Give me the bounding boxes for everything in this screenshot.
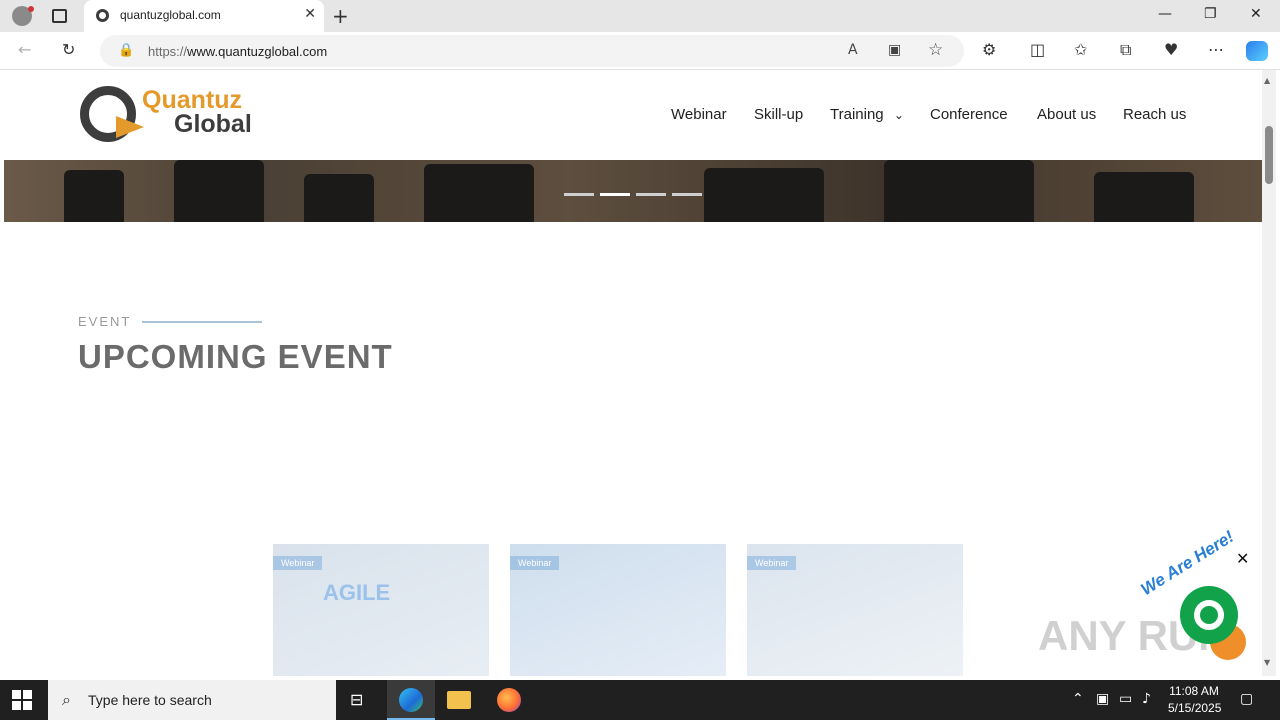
slider-dot-1[interactable] [564,193,594,196]
browser-tab[interactable]: quantuzglobal.com ✕ [84,0,324,32]
volume-icon[interactable]: ♪ [1142,691,1151,707]
collections-icon[interactable]: ⧉ [1120,40,1131,60]
minimize-button[interactable]: — [1158,6,1172,22]
page-viewport: Quantuz Global Webinar Skill-up Training… [4,70,1262,676]
slider-dot-3[interactable] [636,193,666,196]
event-card-2[interactable]: Webinar [510,544,726,676]
slider-dot-2[interactable] [600,193,630,196]
browser-toolbar: ← ↻ 🔒 https://www.quantuzglobal.com A ▣ … [0,32,1280,70]
event-badge: Webinar [747,556,797,570]
tray-app-icon[interactable]: ▣ [1096,691,1109,707]
firefox-icon[interactable] [497,688,521,712]
scroll-thumb[interactable] [1265,126,1273,184]
site-header: Quantuz Global Webinar Skill-up Training… [4,70,1262,160]
back-icon[interactable]: ← [18,40,31,59]
network-icon[interactable]: ▭ [1119,691,1132,707]
browser-essentials-icon[interactable]: ♥ [1164,40,1178,59]
hero-silhouette [1094,172,1194,222]
event-badge: Webinar [273,556,323,570]
chat-bubble-icon [1194,600,1224,630]
chevron-down-icon: ⌄ [893,108,904,122]
file-explorer-icon[interactable] [447,691,471,709]
hero-slider[interactable] [4,160,1262,222]
event-card-1[interactable]: Webinar AGILE [273,544,489,676]
event-badge: Webinar [510,556,560,570]
read-aloud-icon[interactable]: A [848,42,858,58]
favorites-icon[interactable]: ✩ [1074,40,1087,59]
windows-start-button[interactable] [12,690,32,710]
section-divider [142,321,262,323]
refresh-icon[interactable]: ↻ [62,40,75,59]
hero-silhouette [64,170,124,222]
slider-dot-4[interactable] [672,193,702,196]
favicon-icon [96,9,109,22]
search-icon: ⌕ [62,690,71,709]
edge-browser-icon[interactable] [399,688,423,712]
more-icon[interactable]: ⋯ [1208,40,1224,59]
nav-training[interactable]: Training ⌄ [830,106,904,123]
clock-time: 11:08 AM [1169,684,1219,698]
page-scrollbar[interactable]: ▲ ▼ [1262,70,1276,676]
section-label: EVENT [78,314,132,329]
taskbar: ⌕ Type here to search ⊟ ⌃ ▣ ▭ ♪ 11:08 AM… [0,680,1280,720]
task-view-icon[interactable]: ⊟ [350,690,363,709]
scroll-up-icon[interactable]: ▲ [1264,76,1270,85]
hero-silhouette [884,160,1034,222]
nav-webinar[interactable]: Webinar [671,106,727,123]
copilot-icon[interactable] [1246,41,1268,61]
system-clock[interactable]: 11:08 AM 5/15/2025 [1168,683,1222,717]
hero-silhouette [304,174,374,222]
taskbar-search-box[interactable]: ⌕ Type here to search [48,680,336,720]
tab-actions-icon[interactable] [52,9,67,23]
nav-conference[interactable]: Conference [930,106,1008,123]
nav-skill-up[interactable]: Skill-up [754,106,803,123]
new-tab-button[interactable]: + [332,4,349,28]
notification-dot [28,6,34,12]
section-title: UPCOMING EVENT [78,338,393,375]
lock-icon[interactable]: 🔒 [118,43,134,58]
chat-launcher-button[interactable] [1180,586,1238,644]
scroll-down-icon[interactable]: ▼ [1264,658,1270,667]
event-card-3[interactable]: Webinar [747,544,963,676]
split-screen-icon[interactable]: ◫ [1030,40,1045,59]
notifications-icon[interactable]: ▢ [1240,691,1253,707]
event-card-art: AGILE [323,580,391,605]
immersive-reader-icon[interactable]: ▣ [888,42,901,58]
hero-silhouette [174,160,264,222]
address-bar[interactable]: 🔒 https://www.quantuzglobal.com A ▣ ☆ [100,35,964,67]
logo-word-2: Global [174,110,252,138]
tab-strip: quantuzglobal.com ✕ + — ❐ ✕ [0,0,1280,32]
tray-overflow-icon[interactable]: ⌃ [1072,691,1084,707]
restore-button[interactable]: ❐ [1204,6,1217,22]
close-window-button[interactable]: ✕ [1250,6,1262,22]
tab-title: quantuzglobal.com [120,8,221,22]
favorite-star-icon[interactable]: ☆ [928,40,943,60]
extensions-icon[interactable]: ⚙ [982,40,996,59]
nav-training-label: Training [830,106,884,123]
nav-about-us[interactable]: About us [1037,106,1096,123]
nav-reach-us[interactable]: Reach us [1123,106,1186,123]
close-chat-widget-icon[interactable]: ✕ [1236,549,1249,568]
logo-play-triangle [116,116,144,138]
close-tab-icon[interactable]: ✕ [304,6,316,22]
url-text[interactable]: https://www.quantuzglobal.com [148,44,327,59]
hero-silhouette [704,168,824,222]
clock-date: 5/15/2025 [1168,701,1222,715]
hero-silhouette [424,164,534,222]
search-placeholder: Type here to search [88,692,212,708]
